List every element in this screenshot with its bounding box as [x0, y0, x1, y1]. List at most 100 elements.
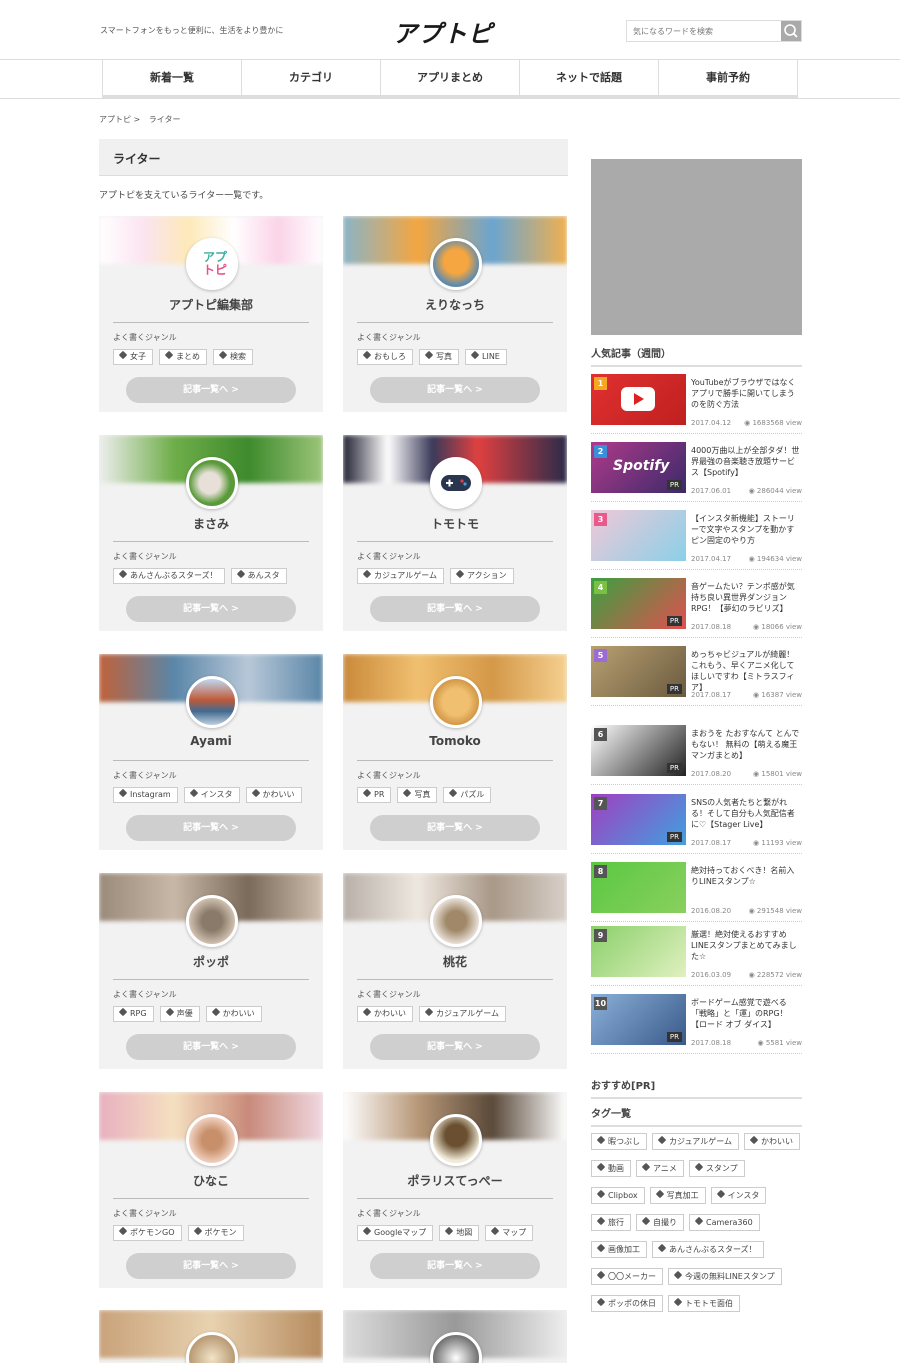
sidebar-tag[interactable]: 写真加工 — [649, 1187, 706, 1204]
writer-name[interactable]: えりなっち — [343, 296, 567, 313]
writer-name[interactable]: ポッポ — [99, 953, 323, 970]
writer-tag[interactable]: あんスタ — [230, 568, 287, 584]
writer-tag[interactable]: 声優 — [159, 1006, 200, 1022]
breadcrumb-home[interactable]: アプトピ > — [99, 115, 140, 124]
writer-tag[interactable]: PR — [357, 787, 392, 803]
ranking-title[interactable]: 【インスタ新機能】ストーリーで文字やスタンプを動かすピン固定のやり方 — [691, 513, 802, 546]
articles-list-button[interactable]: 記事一覧へ > — [126, 1034, 296, 1060]
ranking-item[interactable]: 6 PR まおうを たおすなんて とんでもない！ 無料の【萌える魔王マンガまとめ】 2… — [591, 723, 802, 785]
sidebar-tag[interactable]: ポッポの休日 — [591, 1295, 663, 1312]
ranking-thumbnail[interactable]: 3 — [591, 510, 686, 561]
writer-tag[interactable]: まとめ — [159, 349, 207, 365]
writer-tag[interactable]: マップ — [485, 1225, 534, 1241]
articles-list-button[interactable]: 記事一覧へ > — [370, 1034, 540, 1060]
articles-list-button[interactable]: 記事一覧へ > — [126, 815, 296, 841]
ranking-thumbnail[interactable]: 9 — [591, 926, 686, 977]
writer-name[interactable]: ポラリスてっぺー — [343, 1172, 567, 1189]
ranking-title[interactable]: ボードゲーム感覚で遊べる「戦略」と「運」のRPG！【ロード オブ ダイス】 — [691, 997, 802, 1030]
writer-tag[interactable]: 写真 — [419, 349, 459, 365]
ranking-title[interactable]: 音ゲームたい？テンポ感が気持ち良い異世界ダンジョンRPG！【夢幻のラビリズ】 — [691, 581, 802, 614]
writer-name[interactable]: 桃花 — [343, 953, 567, 970]
articles-list-button[interactable]: 記事一覧へ > — [126, 1253, 296, 1279]
sidebar-tag[interactable]: 画像加工 — [591, 1241, 647, 1258]
nav-item-trending[interactable]: ネットで話題 — [519, 60, 658, 95]
sidebar-tag[interactable]: アニメ — [636, 1160, 684, 1177]
articles-list-button[interactable]: 記事一覧へ > — [126, 596, 296, 622]
nav-item-app-summary[interactable]: アプリまとめ — [380, 60, 519, 95]
writer-tag[interactable]: パズル — [443, 787, 492, 803]
articles-list-button[interactable]: 記事一覧へ > — [370, 596, 540, 622]
writer-tag[interactable]: あんさんぶるスターズ！ — [113, 568, 225, 584]
articles-list-button[interactable]: 記事一覧へ > — [126, 377, 296, 403]
ranking-item[interactable]: Spotify 2 PR 4000万曲以上が全部タダ！世界最強の音楽聴き放題サービス【… — [591, 440, 802, 502]
ranking-thumbnail[interactable]: 8 — [591, 862, 686, 913]
writer-tag[interactable]: カジュアルゲーム — [357, 568, 444, 584]
ranking-thumbnail[interactable]: 6 PR — [591, 725, 686, 776]
writer-name[interactable]: トモトモ — [343, 515, 567, 532]
ranking-thumbnail[interactable]: 7 PR — [591, 794, 686, 845]
writer-avatar[interactable] — [186, 1114, 238, 1166]
search-input[interactable] — [627, 21, 781, 41]
sidebar-tag[interactable]: Clipbox — [591, 1187, 645, 1204]
writer-tag[interactable]: 地図 — [439, 1225, 480, 1241]
writer-tag[interactable]: 女子 — [113, 349, 153, 365]
articles-list-button[interactable]: 記事一覧へ > — [370, 1253, 540, 1279]
sidebar-tag[interactable]: Camera360 — [689, 1214, 760, 1231]
sidebar-tag[interactable]: 暇つぶし — [591, 1133, 647, 1150]
ranking-item[interactable]: 10 PR ボードゲーム感覚で遊べる「戦略」と「運」のRPG！【ロード オブ ダイス… — [591, 992, 802, 1054]
articles-list-button[interactable]: 記事一覧へ > — [370, 377, 540, 403]
writer-avatar[interactable]: アプ トピ — [186, 238, 238, 290]
nav-item-new[interactable]: 新着一覧 — [102, 60, 241, 95]
sidebar-tag[interactable]: 〇〇メーカー — [591, 1268, 663, 1285]
ranking-item[interactable]: 5 PR めっちゃビジュアルが綺麗！これもう、早くアニメ化してほしいですわ【ミトラス… — [591, 644, 802, 706]
writer-tag[interactable]: おもしろ — [357, 349, 413, 365]
nav-item-category[interactable]: カテゴリ — [241, 60, 380, 95]
ranking-thumbnail[interactable]: 1 — [591, 374, 686, 425]
writer-name[interactable]: ひなこ — [99, 1172, 323, 1189]
ranking-title[interactable]: 4000万曲以上が全部タダ！世界最強の音楽聴き放題サービス【Spotify】 — [691, 445, 802, 478]
ranking-title[interactable]: SNSの人気者たちと繋がれる！そして自分も人気配信者に♡【Stager Live… — [691, 797, 802, 830]
ranking-thumbnail[interactable]: 4 PR — [591, 578, 686, 629]
ranking-thumbnail[interactable]: 10 PR — [591, 994, 686, 1045]
writer-tag[interactable]: かわいい — [245, 787, 302, 803]
ranking-title[interactable]: 厳選！絶対使えるおすすめLINEスタンプまとめてみました☆ — [691, 929, 802, 962]
writer-tag[interactable]: インスタ — [183, 787, 240, 803]
writer-avatar[interactable] — [430, 676, 482, 728]
writer-tag[interactable]: 写真 — [397, 787, 438, 803]
ranking-thumbnail[interactable]: 5 PR — [591, 646, 686, 697]
ranking-item[interactable]: 8 絶対持っておくべき！名前入りLINEスタンプ☆ 2016.08.20 ◉ 2915… — [591, 860, 802, 922]
ranking-title[interactable]: めっちゃビジュアルが綺麗！これもう、早くアニメ化してほしいですわ【ミトラスフィア… — [691, 649, 802, 693]
sidebar-tag[interactable]: かわいい — [743, 1133, 800, 1150]
writer-tag[interactable]: Instagram — [113, 787, 178, 803]
writer-avatar[interactable] — [430, 238, 482, 290]
writer-avatar[interactable] — [430, 895, 482, 947]
sidebar-tag[interactable]: 自撮り — [636, 1214, 684, 1231]
writer-avatar[interactable] — [430, 457, 482, 509]
ranking-title[interactable]: まおうを たおすなんて とんでもない！ 無料の【萌える魔王マンガまとめ】 — [691, 728, 802, 761]
writer-tag[interactable]: ポケモンGO — [113, 1225, 182, 1241]
sidebar-tag[interactable]: インスタ — [710, 1187, 767, 1204]
writer-name[interactable]: Ayami — [99, 734, 323, 748]
sidebar-tag[interactable]: トモトモ面伯 — [668, 1295, 740, 1312]
writer-tag[interactable]: ポケモン — [187, 1225, 244, 1241]
sidebar-tag[interactable]: カジュアルゲーム — [652, 1133, 739, 1150]
ranking-item[interactable]: 4 PR 音ゲームたい？テンポ感が気持ち良い異世界ダンジョンRPG！【夢幻のラビリズ… — [591, 576, 802, 638]
ranking-item[interactable]: 1 YouTubeがブラウザではなくアプリで勝手に開いてしまうのを防ぐ方法 2017… — [591, 372, 802, 434]
writer-avatar[interactable] — [186, 457, 238, 509]
sidebar-tag[interactable]: 動画 — [591, 1160, 631, 1177]
site-logo[interactable]: アプトピ — [393, 14, 493, 49]
articles-list-button[interactable]: 記事一覧へ > — [370, 815, 540, 841]
writer-name[interactable]: Tomoko — [343, 734, 567, 748]
writer-tag[interactable]: かわいい — [205, 1006, 262, 1022]
ranking-title[interactable]: 絶対持っておくべき！名前入りLINEスタンプ☆ — [691, 865, 802, 887]
writer-tag[interactable]: RPG — [113, 1006, 154, 1022]
writer-tag[interactable]: Googleマップ — [357, 1225, 434, 1241]
ranking-item[interactable]: 9 厳選！絶対使えるおすすめLINEスタンプまとめてみました☆ 2016.03.09… — [591, 924, 802, 986]
writer-tag[interactable]: カジュアルゲーム — [419, 1006, 506, 1022]
sidebar-tag[interactable]: スタンプ — [688, 1160, 745, 1177]
search-button[interactable] — [781, 21, 801, 41]
nav-item-preregister[interactable]: 事前予約 — [658, 60, 798, 95]
sidebar-tag[interactable]: 今週の無料LINEスタンプ — [668, 1268, 782, 1285]
writer-tag[interactable]: アクション — [449, 568, 514, 584]
writer-name[interactable]: まさみ — [99, 515, 323, 532]
